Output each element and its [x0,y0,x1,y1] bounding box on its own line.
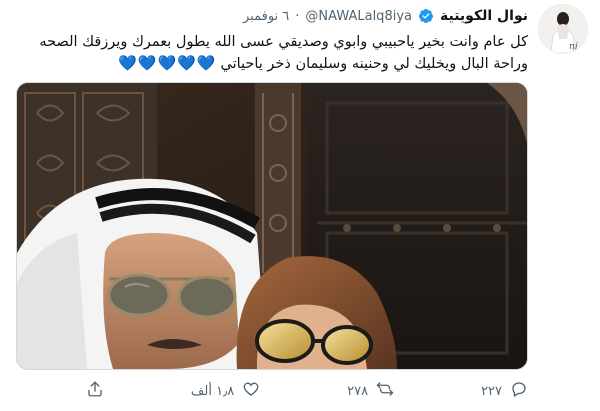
tweet-text: كل عام وانت بخير ياحبيبي وابوي وصديقي عس… [18,32,528,75]
verified-badge-icon [418,8,434,24]
tweet-date[interactable]: ٦ نوفمبر [243,9,289,24]
retweet-count: ٢٧٨ [347,383,369,399]
tweet-photo[interactable] [16,82,528,370]
tweet-card[interactable]: nj نوال الكويتية @NAWALalq8iya · ٦ نوفمب… [0,0,600,411]
retweet-button[interactable]: ٢٧٨ [347,380,394,402]
tweet-header: نوال الكويتية @NAWALalq8iya · ٦ نوفمبر [243,8,528,24]
selfie-image [17,83,527,369]
reply-button[interactable]: ٢٢٧ [481,380,528,402]
blue-hearts-emoji: 💙💙💙💙💙 [118,54,217,72]
share-button[interactable] [86,380,104,402]
tweet-text-line-2-words: وراحة البال ويخليك لي وحنينه وسليمان ذخر… [220,56,528,72]
tweet-text-line-1: كل عام وانت بخير ياحبيبي وابوي وصديقي عس… [39,34,528,50]
tweet-text-line-2: وراحة البال ويخليك لي وحنينه وسليمان ذخر… [18,53,528,75]
handle[interactable]: @NAWALalq8iya [305,9,412,24]
like-button[interactable]: ١٫٨ ألف [191,380,260,402]
avatar-image: nj [539,5,587,53]
like-icon [242,380,260,402]
avatar[interactable]: nj [538,4,588,54]
like-count: ١٫٨ ألف [190,383,235,399]
reply-icon [510,380,528,402]
reply-count: ٢٢٧ [481,383,502,399]
separator-dot: · [295,8,300,24]
tweet-actions: ٢٢٧ ٢٧٨ ١٫٨ ألف [86,378,528,404]
retweet-icon [376,380,394,402]
share-icon [86,380,104,402]
display-name[interactable]: نوال الكويتية [440,8,528,24]
svg-text:nj: nj [569,42,578,52]
